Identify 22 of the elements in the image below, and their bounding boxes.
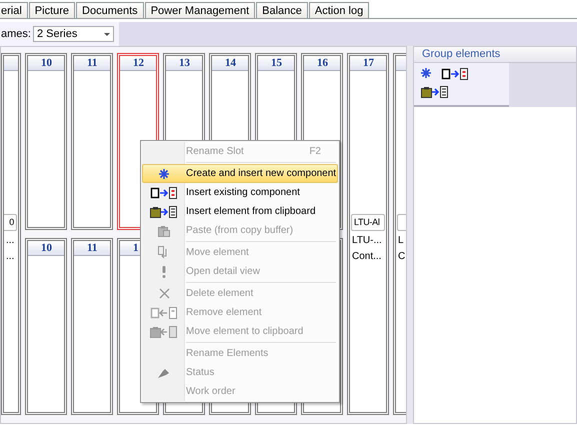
slot-number: 12 (133, 57, 144, 69)
slot-number: 14 (225, 57, 236, 69)
component-name: LTU-Al (354, 217, 380, 227)
component-text: LTU-... (351, 235, 383, 247)
slot-number: 11 (87, 242, 98, 254)
component-text: ... (5, 251, 16, 263)
component-name: 0 (9, 217, 14, 227)
panel-title: Group elements (414, 47, 576, 63)
component-text: C (397, 251, 406, 263)
slot-number: 1 (133, 242, 138, 254)
component-text: L (397, 235, 405, 247)
slot-number: 16 (317, 57, 328, 69)
slot-number: 13 (179, 57, 190, 69)
component-text: Cont... (351, 251, 382, 263)
shortcut-label: F2 (309, 146, 322, 157)
slot-number: 10 (41, 242, 52, 254)
slot-number: 10 (41, 57, 52, 69)
frames-label: ames: (0, 28, 32, 40)
slot-number: 15 (271, 57, 282, 69)
slot-number: 11 (87, 57, 98, 69)
component-text: ... (5, 235, 16, 247)
slot-number: 17 (363, 57, 374, 69)
